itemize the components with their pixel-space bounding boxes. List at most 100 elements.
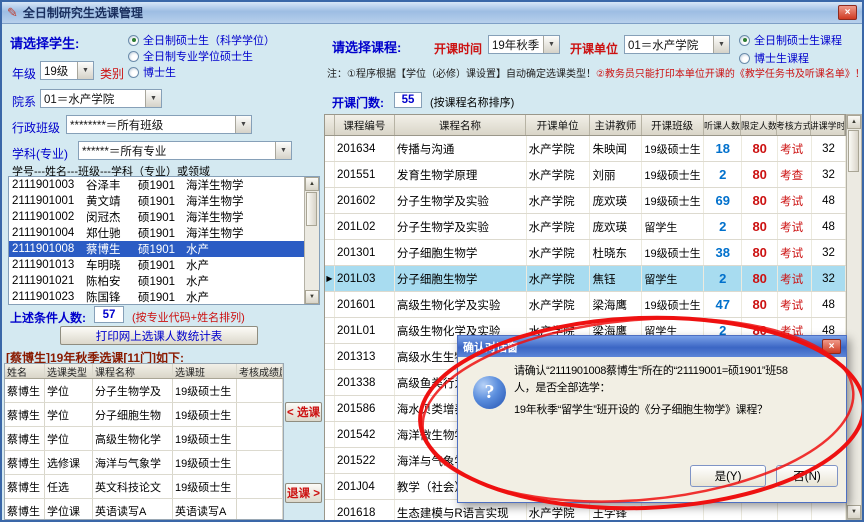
student-id: 2111901008	[12, 243, 86, 255]
course-row[interactable]: 201602 分子生物学及实验 水产学院 庞欢瑛 19级硕士生 69 80 考试…	[325, 188, 846, 214]
enrolled-student-name: 蔡博生	[5, 475, 45, 498]
course-teacher: 刘丽	[590, 162, 642, 187]
course-enrolled-count	[704, 500, 742, 520]
enrolled-course-type: 学位	[45, 379, 93, 402]
student-count-note: (按专业代码+姓名排列)	[132, 309, 245, 325]
course-class: 留学生	[642, 214, 704, 239]
course-class: 19级硕士生	[642, 240, 704, 265]
header-class: 选课班	[173, 364, 237, 378]
grade-select[interactable]: 19级 ▼	[40, 61, 94, 80]
student-id: 2111901023	[12, 291, 86, 303]
student-row[interactable]: 2111901021 陈柏安 硕1901 水产	[9, 273, 304, 289]
enrolled-row[interactable]: 蔡博生 学位 高级生物化学 19级硕士生	[5, 427, 283, 451]
course-table-scrollbar[interactable]: ▲ ▼	[846, 114, 862, 520]
student-major: 水产	[186, 257, 304, 273]
course-unit: 水产学院	[527, 240, 591, 265]
department-select[interactable]: 01＝水产学院 ▼	[40, 89, 162, 108]
course-row[interactable]: 201618 生态建模与R语言实现 水产学院 王学锋	[325, 500, 846, 520]
course-time-label: 开课时间	[434, 40, 482, 57]
student-row[interactable]: 2111901023 陈国锋 硕1901 水产	[9, 289, 304, 304]
course-unit: 水产学院	[527, 266, 591, 291]
enrolled-course-type: 选修课	[45, 451, 93, 474]
course-exam-type: 考查	[778, 162, 812, 187]
student-name: 陈柏安	[86, 273, 138, 289]
major-select[interactable]: ******＝所有专业 ▼	[78, 141, 292, 160]
course-row[interactable]: 201L02 分子生物学及实验 水产学院 庞欢瑛 留学生 2 80 考试 48	[325, 214, 846, 240]
row-marker-icon	[325, 344, 335, 369]
student-row[interactable]: 2111901001 黄文靖 硕1901 海洋生物学	[9, 193, 304, 209]
course-id: 201542	[335, 422, 395, 447]
scrollbar-thumb[interactable]	[306, 192, 317, 226]
enrolled-row[interactable]: 蔡博生 任选 英文科技论文 19级硕士生	[5, 475, 283, 499]
course-row[interactable]: ▶ 201L03 分子细胞生物学 水产学院 焦钰 留学生 2 80 考试 32	[325, 266, 846, 292]
scrollbar-thumb[interactable]	[848, 130, 859, 172]
enrolled-row[interactable]: 蔡博生 学位 分子细胞生物 19级硕士生	[5, 403, 283, 427]
row-marker-icon	[325, 370, 335, 395]
student-row[interactable]: 2111901002 闵冠杰 硕1901 海洋生物学	[9, 209, 304, 225]
admin-class-select[interactable]: ********＝所有班级 ▼	[66, 115, 252, 134]
course-id: 201J04	[335, 474, 395, 499]
row-marker-icon	[325, 500, 335, 520]
enrolled-course-class: 19级硕士生	[173, 475, 237, 498]
course-hours: 48	[812, 188, 846, 213]
print-statistics-button[interactable]: 打印网上选课人数统计表	[60, 326, 258, 345]
course-enrolled-count: 47	[704, 292, 742, 317]
radio-fulltime-master-science[interactable]: 全日制硕士生（科学学位）	[128, 32, 275, 48]
course-row[interactable]: 201601 高级生物化学及实验 水产学院 梁海鹰 19级硕士生 47 80 考…	[325, 292, 846, 318]
select-course-button[interactable]: < 选课	[285, 402, 322, 422]
dialog-no-button[interactable]: 否(N)	[776, 465, 838, 487]
course-row[interactable]: 201634 传播与沟通 水产学院 朱映闻 19级硕士生 18 80 考试 32	[325, 136, 846, 162]
window-close-button[interactable]: ×	[838, 5, 857, 20]
course-count-label: 开课门数:	[332, 94, 384, 111]
course-unit-select[interactable]: 01＝水产学院 ▼	[624, 35, 730, 54]
student-list-scrollbar[interactable]: ▲ ▼	[304, 177, 319, 304]
drop-course-button[interactable]: 退课 >	[285, 483, 322, 503]
course-time-select[interactable]: 19年秋季 ▼	[488, 35, 560, 54]
course-hours: 32	[812, 162, 846, 187]
question-icon: ?	[473, 376, 506, 409]
course-hours: 32	[812, 240, 846, 265]
enrolled-course-class: 19级硕士生	[173, 379, 237, 402]
student-class: 硕1901	[138, 225, 186, 241]
student-row[interactable]: 2111901004 郑仕驰 硕1901 海洋生物学	[9, 225, 304, 241]
enrolled-grade-attr	[237, 475, 283, 498]
scroll-down-icon[interactable]: ▼	[847, 505, 861, 519]
enrolled-course-name: 分子细胞生物	[93, 403, 173, 426]
radio-label: 博士生	[143, 64, 176, 80]
row-marker-icon: ▶	[325, 266, 335, 291]
dialog-message-line: 人，是否全部选学：	[514, 380, 840, 397]
course-id: 201L03	[335, 266, 395, 291]
header-selector	[325, 115, 335, 135]
radio-doctoral[interactable]: 博士生	[128, 64, 176, 80]
course-row[interactable]: 201301 分子细胞生物学 水产学院 杜晓东 19级硕士生 38 80 考试 …	[325, 240, 846, 266]
radio-label: 全日制硕士生课程	[754, 32, 842, 48]
course-unit: 水产学院	[527, 214, 591, 239]
radio-doctoral-courses[interactable]: 博士生课程	[739, 50, 809, 66]
radio-master-courses[interactable]: 全日制硕士生课程	[739, 32, 842, 48]
student-row[interactable]: 2111901008 蔡博生 硕1901 水产	[9, 241, 304, 257]
course-row[interactable]: 201551 发育生物学原理 水产学院 刘丽 19级硕士生 2 80 考查 32	[325, 162, 846, 188]
student-row[interactable]: 2111901013 车明晓 硕1901 水产	[9, 257, 304, 273]
scroll-up-icon[interactable]: ▲	[305, 177, 319, 191]
dialog-close-button[interactable]: ×	[822, 339, 841, 354]
course-id: 201313	[335, 344, 395, 369]
scroll-down-icon[interactable]: ▼	[305, 290, 319, 304]
enrolled-row[interactable]: 蔡博生 学位课 英语读写A 英语读写A	[5, 499, 283, 520]
enrolled-row[interactable]: 蔡博生 学位 分子生物学及 19级硕士生	[5, 379, 283, 403]
header-class: 开课班级	[642, 115, 704, 135]
dialog-yes-button[interactable]: 是(Y)	[690, 465, 766, 487]
radio-fulltime-professional-master[interactable]: 全日制专业学位硕士生	[128, 48, 253, 64]
course-hours: 48	[812, 292, 846, 317]
course-table-header: 课程编号 课程名称 开课单位 主讲教师 开课班级 听课人数 限定人数 考核方式 …	[324, 114, 846, 136]
radio-label: 博士生课程	[754, 50, 809, 66]
pencil-icon: ✎	[7, 5, 18, 21]
scroll-up-icon[interactable]: ▲	[847, 115, 861, 129]
course-id: 201551	[335, 162, 395, 187]
enrolled-course-type: 学位	[45, 427, 93, 450]
enrolled-row[interactable]: 蔡博生 选修课 海洋与气象学 19级硕士生	[5, 451, 283, 475]
course-teacher: 焦钰	[590, 266, 642, 291]
course-hours: 32	[812, 266, 846, 291]
student-row[interactable]: 2111901003 谷泽丰 硕1901 海洋生物学	[9, 177, 304, 193]
enrolled-grade-attr	[237, 403, 283, 426]
student-class: 硕1901	[138, 257, 186, 273]
